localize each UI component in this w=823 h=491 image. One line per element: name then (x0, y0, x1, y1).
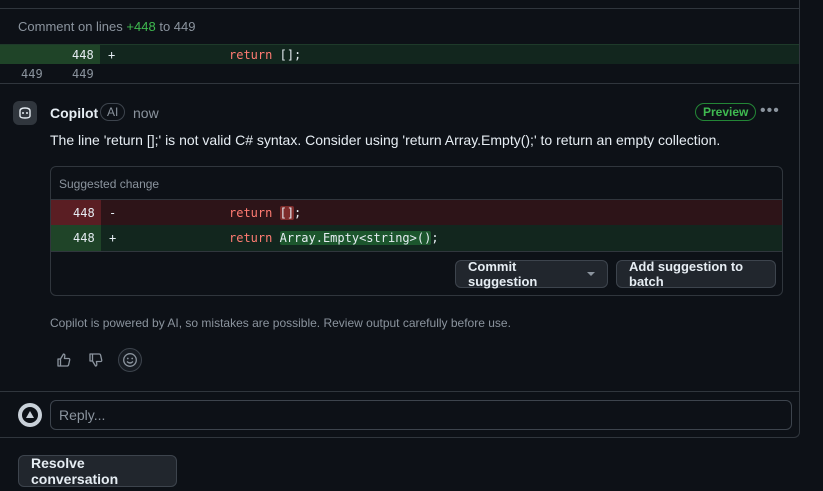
add-suggestion-to-batch-label: Add suggestion to batch (629, 259, 744, 289)
comment-timestamp[interactable]: now (133, 105, 159, 121)
comment-on-added-range: +448 (126, 19, 156, 34)
code-text: ; (431, 231, 439, 245)
reply-input[interactable] (50, 400, 792, 430)
suggested-change-title: Suggested change (59, 177, 160, 191)
diff-sign: + (108, 48, 116, 62)
thumbs-down-icon[interactable] (84, 348, 108, 372)
comment-on-suffix: to 449 (159, 19, 196, 34)
suggestion-added-line: 448 + return Array.Empty<string>(); (51, 225, 782, 252)
top-divider (0, 0, 800, 9)
reply-divider (0, 391, 799, 392)
diff-line-context: 449 449 (0, 64, 799, 84)
add-suggestion-to-batch-button[interactable]: Add suggestion to batch (616, 259, 776, 289)
copilot-icon (19, 107, 31, 119)
thumbs-up-icon[interactable] (52, 348, 76, 372)
code-keyword: return (229, 48, 273, 62)
suggestion-removed-line: 448 - return []; (51, 199, 782, 226)
commit-suggestion-button[interactable]: Commit suggestion (455, 259, 608, 289)
resolve-conversation-label: Resolve conversation (31, 455, 119, 487)
code-text: []; (279, 48, 302, 62)
diff-line-added: 448 + return []; (0, 44, 799, 64)
review-thread-card: Comment on lines +448 to 449 448 + retur… (0, 0, 800, 438)
comment-author[interactable]: Copilot (50, 105, 98, 121)
resolve-conversation-button[interactable]: Resolve conversation (18, 455, 177, 487)
ai-badge: AI (100, 103, 126, 121)
line-number: 448 (72, 48, 94, 62)
old-line-number: 449 (21, 67, 43, 81)
code-line: return []; (229, 48, 301, 62)
line-number: 448 (73, 231, 95, 245)
diff-sign: - (109, 206, 117, 220)
comment-on-lines: Comment on lines +448 to 449 (18, 19, 195, 34)
kebab-horizontal-icon[interactable]: ••• (760, 102, 780, 120)
code-text: ; (294, 206, 302, 220)
code-line: return []; (229, 206, 301, 220)
preview-badge: Preview (695, 103, 757, 121)
comment-body: The line 'return [];' is not valid C# sy… (50, 132, 721, 148)
line-number: 448 (73, 206, 95, 220)
commit-suggestion-label: Commit suggestion (468, 259, 538, 289)
suggested-change-box: Suggested change 448 - return []; 448 + … (50, 166, 783, 296)
smiley-icon[interactable] (118, 348, 142, 372)
comment-on-prefix: Comment on lines (18, 19, 123, 34)
user-avatar-icon (22, 407, 38, 423)
new-line-number: 449 (72, 67, 94, 81)
code-keyword: return (229, 206, 273, 220)
diff-sign: + (109, 231, 117, 245)
user-avatar[interactable] (18, 403, 42, 427)
code-keyword: return (229, 231, 273, 245)
code-highlight: Array.Empty<string>() (279, 231, 432, 245)
code-line: return Array.Empty<string>(); (229, 231, 439, 245)
copilot-avatar[interactable] (13, 101, 37, 125)
chevron-down-icon[interactable] (587, 272, 595, 276)
code-highlight: [] (279, 206, 295, 220)
copilot-disclaimer: Copilot is powered by AI, so mistakes ar… (50, 316, 511, 330)
